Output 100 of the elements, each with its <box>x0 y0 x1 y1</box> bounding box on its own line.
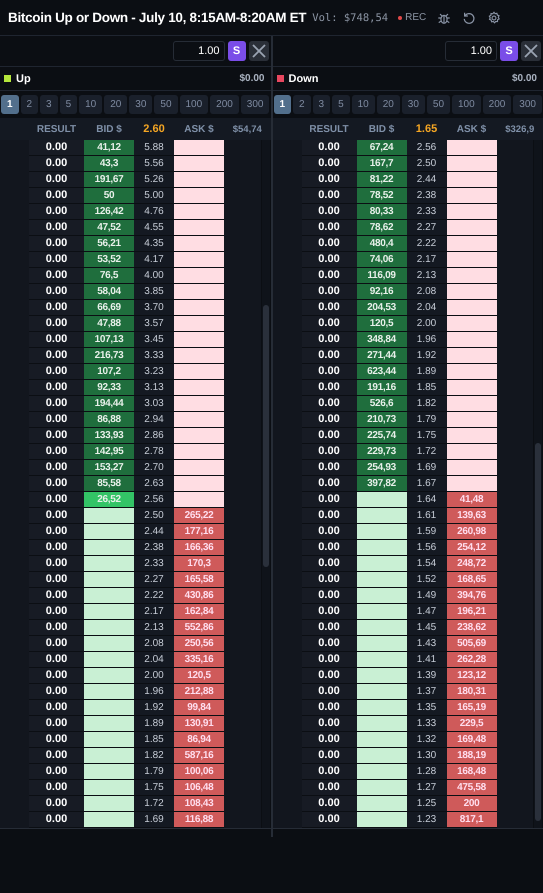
ask-cell[interactable] <box>446 412 496 428</box>
bid-cell[interactable] <box>84 556 134 572</box>
bid-cell[interactable] <box>84 636 134 652</box>
bid-cell[interactable] <box>356 668 406 684</box>
ask-cell[interactable] <box>174 444 224 460</box>
size-option[interactable]: 30 <box>129 95 152 114</box>
ask-cell[interactable] <box>174 300 224 316</box>
size-option[interactable]: 10 <box>79 95 102 114</box>
bid-cell[interactable] <box>356 588 406 604</box>
ask-cell[interactable] <box>446 140 496 156</box>
bid-size-cell[interactable]: 80,33 <box>356 204 406 220</box>
ask-size-cell[interactable]: 130,91 <box>174 716 224 732</box>
bid-size-cell[interactable]: 254,93 <box>356 460 406 476</box>
ask-cell[interactable] <box>446 268 496 284</box>
size-option[interactable]: 1 <box>1 95 19 114</box>
size-option[interactable]: 2 <box>20 95 38 114</box>
size-option[interactable]: 1 <box>274 95 292 114</box>
scrollbar[interactable] <box>262 140 270 828</box>
bid-cell[interactable] <box>84 652 134 668</box>
bid-size-cell[interactable]: 78,52 <box>356 188 406 204</box>
ask-size-cell[interactable]: 170,3 <box>174 556 224 572</box>
ask-cell[interactable] <box>446 284 496 300</box>
ask-size-cell[interactable]: 100,06 <box>174 764 224 780</box>
bid-size-cell[interactable]: 67,24 <box>356 140 406 156</box>
ask-cell[interactable] <box>174 204 224 220</box>
ask-cell[interactable] <box>174 140 224 156</box>
bid-size-cell[interactable]: 43,3 <box>84 156 134 172</box>
bid-cell[interactable] <box>356 492 406 508</box>
ask-cell[interactable] <box>446 444 496 460</box>
ask-size-cell[interactable]: 212,88 <box>174 684 224 700</box>
size-option[interactable]: 100 <box>180 95 208 114</box>
bid-cell[interactable] <box>84 508 134 524</box>
ask-cell[interactable] <box>174 348 224 364</box>
ask-cell[interactable] <box>446 316 496 332</box>
bid-cell[interactable] <box>84 668 134 684</box>
bid-cell[interactable] <box>84 732 134 748</box>
size-option[interactable]: 200 <box>482 95 512 114</box>
bid-size-cell[interactable]: 78,62 <box>356 220 406 236</box>
ask-cell[interactable] <box>174 332 224 348</box>
bid-size-cell[interactable]: 66,69 <box>84 300 134 316</box>
ask-size-cell[interactable]: 168,48 <box>446 764 496 780</box>
bid-size-cell[interactable]: 191,16 <box>356 380 406 396</box>
bid-cell[interactable] <box>356 572 406 588</box>
size-option[interactable]: 30 <box>402 95 425 114</box>
ask-size-cell[interactable]: 139,63 <box>446 508 496 524</box>
bid-size-cell[interactable]: 348,84 <box>356 332 406 348</box>
bid-size-cell[interactable]: 76,5 <box>84 268 134 284</box>
bid-cell[interactable] <box>356 556 406 572</box>
bid-size-cell[interactable]: 133,93 <box>84 428 134 444</box>
ask-size-cell[interactable]: 168,65 <box>446 572 496 588</box>
bid-size-cell[interactable]: 92,16 <box>356 284 406 300</box>
ask-cell[interactable] <box>174 236 224 252</box>
bid-size-cell[interactable]: 526,6 <box>356 396 406 412</box>
bid-size-cell[interactable]: 397,82 <box>356 476 406 492</box>
ask-size-cell[interactable]: 335,16 <box>174 652 224 668</box>
bid-size-cell[interactable]: 480,4 <box>356 236 406 252</box>
size-option[interactable]: 3 <box>40 95 58 114</box>
bid-cell[interactable] <box>84 700 134 716</box>
size-option[interactable]: 10 <box>352 95 375 114</box>
ask-cell[interactable] <box>174 396 224 412</box>
bid-size-cell[interactable]: 623,44 <box>356 364 406 380</box>
scrollbar[interactable] <box>534 140 542 828</box>
bid-size-cell[interactable]: 107,2 <box>84 364 134 380</box>
ask-cell[interactable] <box>446 380 496 396</box>
ask-size-cell[interactable]: 587,16 <box>174 748 224 764</box>
bid-cell[interactable] <box>356 716 406 732</box>
bid-cell[interactable] <box>84 572 134 588</box>
bid-cell[interactable] <box>356 508 406 524</box>
ask-size-cell[interactable]: 200 <box>446 796 496 812</box>
ask-cell[interactable] <box>446 300 496 316</box>
amount-input[interactable]: 1.00 <box>172 41 224 61</box>
s-button[interactable]: S <box>228 41 246 61</box>
bid-cell[interactable] <box>84 620 134 636</box>
bid-size-cell[interactable]: 120,5 <box>356 316 406 332</box>
ask-cell[interactable] <box>174 188 224 204</box>
ask-size-cell[interactable]: 123,12 <box>446 668 496 684</box>
ask-cell[interactable] <box>446 428 496 444</box>
size-option[interactable]: 50 <box>154 95 178 114</box>
bid-size-cell[interactable]: 81,22 <box>356 172 406 188</box>
bid-size-cell[interactable]: 53,52 <box>84 252 134 268</box>
bid-size-cell[interactable]: 56,21 <box>84 236 134 252</box>
bid-cell[interactable] <box>356 652 406 668</box>
bid-size-cell[interactable]: 191,67 <box>84 172 134 188</box>
size-option[interactable]: 20 <box>104 95 128 114</box>
ask-size-cell[interactable]: 162,84 <box>174 604 224 620</box>
ask-size-cell[interactable]: 169,48 <box>446 732 496 748</box>
ask-cell[interactable] <box>174 364 224 380</box>
ask-size-cell[interactable]: 262,28 <box>446 652 496 668</box>
ask-cell[interactable] <box>174 428 224 444</box>
ask-cell[interactable] <box>174 492 224 508</box>
ask-cell[interactable] <box>174 156 224 172</box>
bid-cell[interactable] <box>84 716 134 732</box>
bid-size-cell[interactable]: 225,74 <box>356 428 406 444</box>
bid-size-cell[interactable]: 167,7 <box>356 156 406 172</box>
ask-size-cell[interactable]: 254,12 <box>446 540 496 556</box>
ask-size-cell[interactable]: 120,5 <box>174 668 224 684</box>
size-option[interactable]: 20 <box>376 95 400 114</box>
ask-size-cell[interactable]: 196,21 <box>446 604 496 620</box>
ask-cell[interactable] <box>446 476 496 492</box>
bid-cell[interactable] <box>356 812 406 828</box>
